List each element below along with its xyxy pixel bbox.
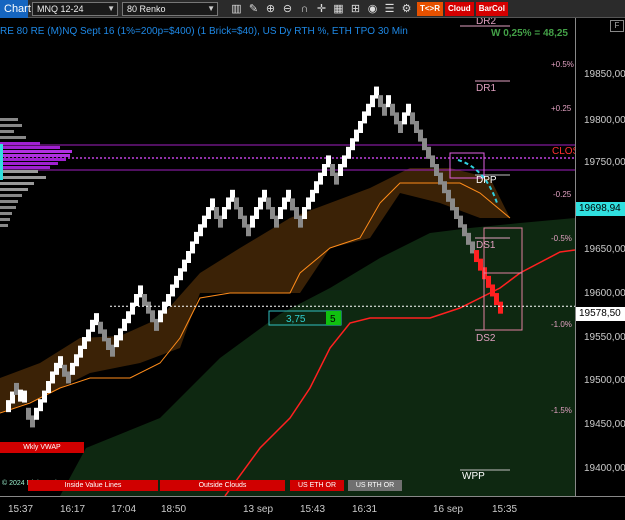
volume-profile-row (0, 142, 40, 145)
barcol-button[interactable]: BarCol (475, 1, 508, 16)
magnet-icon[interactable]: ∩ (296, 0, 313, 18)
chevron-down-icon: ▼ (207, 3, 215, 13)
bar-chart-icon[interactable]: ▥ (228, 0, 245, 18)
chevron-down-icon: ▼ (107, 3, 115, 13)
current-price-label: 19698,94 (576, 202, 625, 216)
volume-profile-row (0, 176, 46, 179)
pct-label-p025: +0.25 (551, 104, 572, 113)
wkly-vwap-button[interactable]: Wkly VWAP (0, 442, 84, 453)
volume-profile-row (0, 150, 72, 153)
us-eth-or-button[interactable]: US ETH OR (290, 480, 344, 491)
volume-profile-row (0, 212, 12, 215)
y-tick: 19600,00 (584, 288, 625, 299)
volume-profile-row (0, 146, 60, 149)
y-tick: 19750,00 (584, 157, 625, 168)
tor-button[interactable]: T<>R (417, 1, 444, 16)
bar-type-value: 80 Renko (127, 3, 166, 14)
price-marker-icon[interactable]: ⊞ (347, 0, 364, 18)
y-tick: 19650,00 (584, 244, 625, 255)
pct-label-m15: -1.5% (551, 406, 572, 415)
cloud-button[interactable]: Cloud (445, 1, 474, 16)
volume-profile-row (0, 200, 18, 203)
x-tick: 18:50 (161, 504, 187, 515)
chart-toolbar: Chart MNQ 12-24 ▼ 80 Renko ▼ ▥ ✎ ⊕ ⊖ ∩ ✛… (0, 0, 625, 18)
pct-label-p05: +0.5% (551, 60, 574, 69)
outside-clouds-button[interactable]: Outside Clouds (160, 480, 285, 491)
ds1-label: DS1 (476, 240, 496, 251)
zoom-in-icon[interactable]: ⊕ (262, 0, 279, 18)
y-tick: 19850,00 (584, 69, 625, 80)
x-tick: 17:04 (111, 504, 137, 515)
measure-value: 3,75 (286, 314, 306, 325)
x-tick: 16:31 (352, 504, 378, 515)
volume-profile-row (0, 170, 38, 173)
x-tick: 16 sep (433, 504, 464, 515)
poc-marker (0, 144, 3, 180)
pct-label-m025: -0.25 (553, 190, 572, 199)
volume-profile-row (0, 188, 28, 191)
ds2-label: DS2 (476, 333, 496, 344)
dr1-label: DR1 (476, 83, 497, 94)
volume-profile-row (0, 136, 26, 139)
instrument-selector[interactable]: MNQ 12-24 ▼ (32, 1, 118, 16)
pencil-icon[interactable]: ✎ (245, 0, 262, 18)
bar-type-selector[interactable]: 80 Renko ▼ (122, 1, 218, 16)
chart-tab[interactable]: Chart (0, 0, 31, 18)
dr2-label: DR2 (476, 18, 497, 27)
x-tick: 15:35 (492, 504, 518, 515)
y-tick: 19400,00 (584, 463, 625, 474)
renko-brick-up (22, 390, 27, 403)
eye-icon[interactable]: ◉ (364, 0, 381, 18)
wpp-label: WPP (462, 471, 485, 482)
volume-profile-row (0, 130, 14, 133)
weekly-stat: W 0,25% = 48,25 (491, 28, 568, 39)
volume-profile-row (0, 154, 70, 157)
volume-profile-row (0, 182, 34, 185)
price-axis[interactable]: F 19850,00 19800,00 19750,00 19698,94 19… (575, 18, 625, 496)
chart-info-text: RE 80 RE (M)NQ Sept 16 (1%=200p=$400) (1… (0, 26, 408, 37)
instrument-value: MNQ 12-24 (37, 3, 84, 14)
x-tick: 13 sep (243, 504, 274, 515)
volume-profile (0, 118, 72, 227)
volume-profile-row (0, 206, 16, 209)
time-axis[interactable]: 15:37 16:17 17:04 18:50 13 sep 15:43 16:… (0, 496, 625, 520)
y-tick: 19800,00 (584, 115, 625, 126)
volume-profile-row (0, 218, 10, 221)
measure-count: 5 (330, 314, 336, 325)
volume-profile-row (0, 124, 22, 127)
list-icon[interactable]: ☰ (381, 0, 398, 18)
volume-profile-row (0, 158, 66, 161)
x-tick: 15:43 (300, 504, 326, 515)
y-tick: 19450,00 (584, 419, 625, 430)
y-tick: 19500,00 (584, 375, 625, 386)
x-tick: 16:17 (60, 504, 86, 515)
chart-panel[interactable]: 3,75 5 RE 80 RE (M)NQ Sept 16 (1%=200p=$… (0, 18, 575, 496)
pct-label-m10: -1.0% (551, 320, 572, 329)
renko-brick-down (498, 301, 503, 314)
volume-profile-row (0, 166, 50, 169)
y-tick: 19550,00 (584, 332, 625, 343)
dpp-label: DPP (476, 175, 497, 186)
volume-profile-row (0, 118, 18, 121)
close-label: CLOS (552, 146, 575, 157)
volume-profile-row (0, 224, 8, 227)
zoom-out-icon[interactable]: ⊖ (279, 0, 296, 18)
settings-icon[interactable]: ⚙ (398, 0, 415, 18)
us-rth-or-button[interactable]: US RTH OR (348, 480, 402, 491)
grid-icon[interactable]: ▦ (330, 0, 347, 18)
pct-label-m05: -0.5% (551, 234, 572, 243)
volume-profile-row (0, 162, 58, 165)
x-tick: 15:37 (8, 504, 34, 515)
last-price-label: 19578,50 (576, 307, 625, 321)
axis-menu-icon[interactable]: F (610, 20, 624, 32)
crosshair-icon[interactable]: ✛ (313, 0, 330, 18)
inside-value-lines-button[interactable]: Inside Value Lines (28, 480, 158, 491)
volume-profile-row (0, 194, 22, 197)
